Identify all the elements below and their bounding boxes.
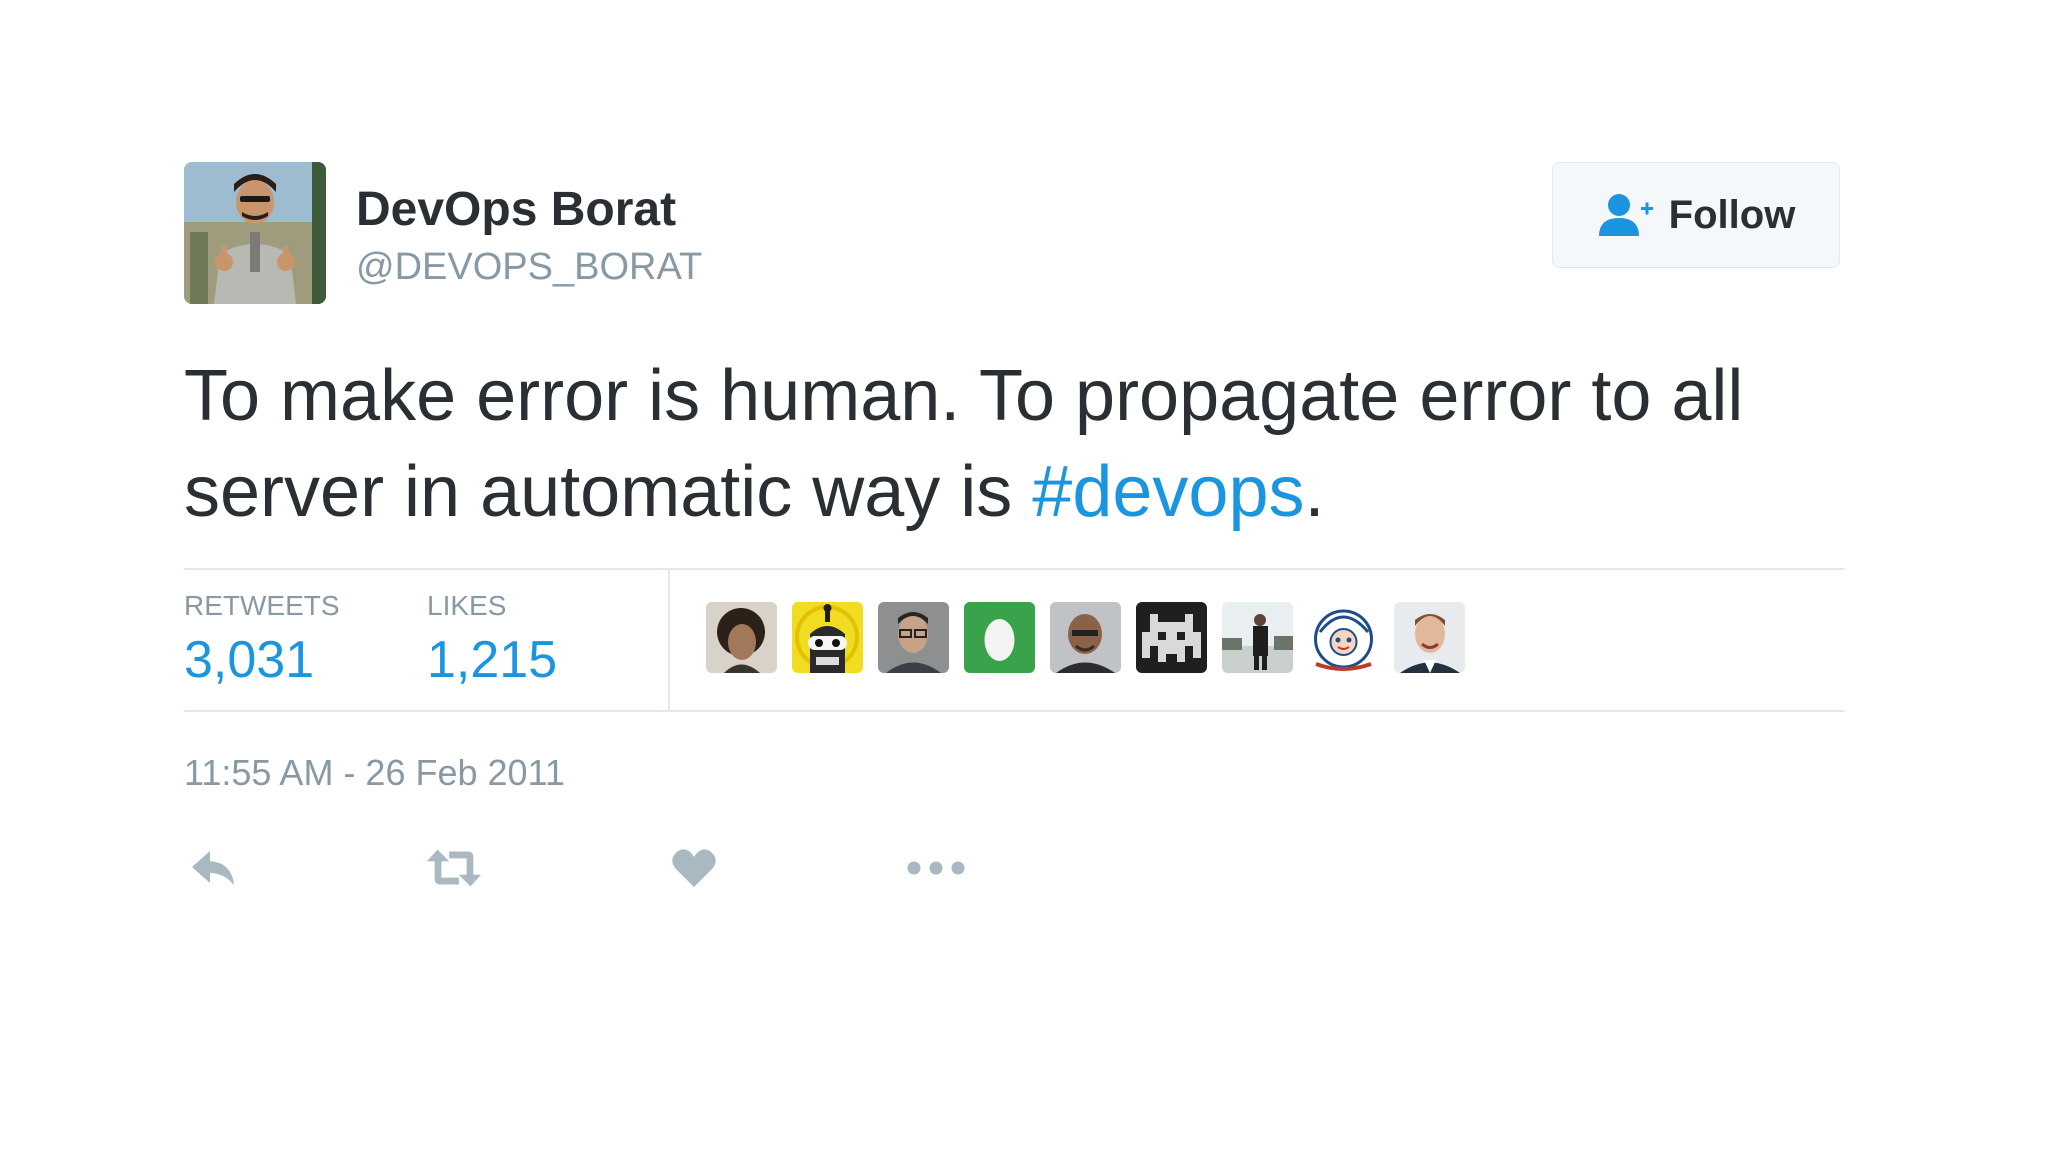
liker-avatar-person-outdoors[interactable] <box>1222 602 1293 673</box>
reply-icon <box>192 851 234 885</box>
likes-label: LIKES <box>427 590 507 621</box>
likes-count: 1,215 <box>427 631 558 689</box>
author-handle[interactable]: @DEVOPS_BORAT <box>356 246 702 289</box>
author-avatar[interactable] <box>184 162 326 304</box>
retweet-icon <box>426 849 482 887</box>
tweet-actions <box>184 838 1084 898</box>
liker-avatar-pixel-invader[interactable] <box>1136 602 1207 673</box>
follow-button-label: Follow <box>1668 192 1796 237</box>
more-options-button[interactable] <box>906 838 966 898</box>
tweet-text: To make error is human. To propagate err… <box>184 348 1844 540</box>
follow-user-icon <box>1598 194 1653 236</box>
reply-button[interactable] <box>184 838 244 898</box>
liker-avatar-cartoon-face[interactable] <box>1308 602 1379 673</box>
likes-stat[interactable]: LIKES 1,215 <box>427 590 557 690</box>
like-heart-icon <box>672 849 716 887</box>
follow-button[interactable]: Follow <box>1552 162 1840 268</box>
like-button[interactable] <box>664 838 724 898</box>
liker-avatar-man-smiling[interactable] <box>1394 602 1465 673</box>
liker-avatar-robot-yellow[interactable] <box>792 602 863 673</box>
likers-avatars <box>706 602 1465 673</box>
tweet-text-end: . <box>1304 452 1325 532</box>
retweets-count: 3,031 <box>184 631 315 689</box>
retweet-button[interactable] <box>424 838 484 898</box>
liker-avatar-man-bald[interactable] <box>1050 602 1121 673</box>
liker-avatar-green-egg[interactable] <box>964 602 1035 673</box>
retweets-label: RETWEETS <box>184 590 340 621</box>
stats-divider <box>668 570 670 710</box>
retweets-stat[interactable]: RETWEETS 3,031 <box>184 590 340 690</box>
liker-avatar-curly-hair[interactable] <box>706 602 777 673</box>
tweet-stats: RETWEETS 3,031 LIKES 1,215 <box>184 568 1844 712</box>
author-name[interactable]: DevOps Borat <box>356 182 676 237</box>
more-options-icon <box>907 861 965 875</box>
liker-avatar-man-glasses[interactable] <box>878 602 949 673</box>
tweet-text-body: To make error is human. To propagate err… <box>184 356 1744 532</box>
tweet-timestamp[interactable]: 11:55 AM - 26 Feb 2011 <box>184 752 565 794</box>
hashtag-link[interactable]: #devops <box>1032 452 1304 532</box>
